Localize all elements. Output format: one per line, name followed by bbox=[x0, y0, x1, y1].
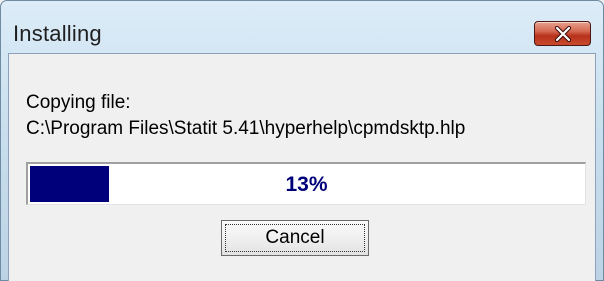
file-path-text: C:\Program Files\Statit 5.41\hyperhelp\c… bbox=[26, 118, 466, 139]
cancel-button[interactable]: Cancel bbox=[221, 220, 369, 256]
installer-window: Installing Copying file: C:\Program File… bbox=[0, 0, 604, 281]
progress-percent-text: 13% bbox=[285, 173, 328, 196]
copying-file-label: Copying file: bbox=[26, 92, 131, 113]
dialog-body: Copying file: C:\Program Files\Statit 5.… bbox=[8, 53, 596, 281]
close-x-icon bbox=[554, 25, 571, 42]
close-button[interactable] bbox=[534, 21, 591, 46]
progress-bar: 13% bbox=[26, 162, 586, 205]
window-title: Installing bbox=[13, 21, 102, 46]
